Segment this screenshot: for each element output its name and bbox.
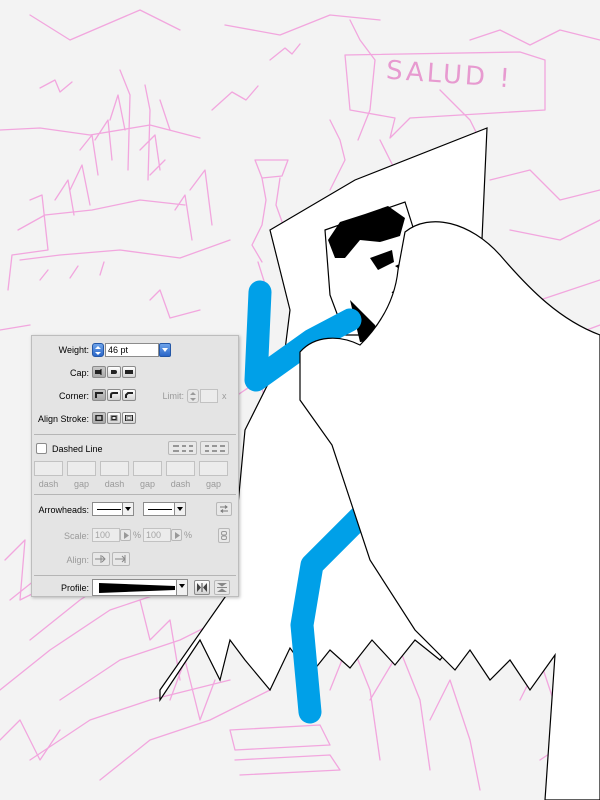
- arrow-tip-beyond-button[interactable]: [92, 552, 110, 566]
- miter-join-icon: [95, 392, 103, 398]
- align-dash-icon: [205, 445, 225, 452]
- align-inside-button[interactable]: [107, 412, 121, 424]
- weight-field[interactable]: 46 pt: [105, 343, 159, 357]
- arrow-align-end-icon: [115, 555, 126, 563]
- chevron-down-icon: [122, 503, 133, 515]
- dash-field-3[interactable]: [166, 461, 195, 476]
- flip-across-button[interactable]: [214, 580, 230, 595]
- align-label: Align:: [66, 555, 89, 565]
- start-arrowhead-select[interactable]: [92, 502, 134, 516]
- end-scale-unit: %: [184, 530, 193, 540]
- profile-select[interactable]: [92, 579, 188, 596]
- stroke-panel: Weight: 46 pt Cap: Corner: Limit: x Alig…: [31, 335, 239, 597]
- dash-field-2[interactable]: [100, 461, 129, 476]
- bevel-join-button[interactable]: [122, 389, 136, 401]
- start-scale-unit: %: [133, 530, 142, 540]
- round-join-button[interactable]: [107, 389, 121, 401]
- flip-along-button[interactable]: [194, 580, 210, 595]
- align-center-button[interactable]: [92, 412, 106, 424]
- arrow-align-beyond-icon: [95, 555, 106, 563]
- dashed-line-label: Dashed Line: [52, 444, 103, 454]
- separator: [34, 494, 236, 495]
- align-stroke-label: Align Stroke:: [37, 414, 89, 424]
- align-dash-button[interactable]: [200, 441, 229, 455]
- weight-stepper[interactable]: [92, 343, 104, 357]
- swap-arrowheads-button[interactable]: [216, 502, 232, 516]
- bevel-join-icon: [125, 392, 133, 398]
- align-outside-icon: [125, 415, 133, 421]
- dash-label-2: dash: [104, 479, 125, 489]
- cap-label: Cap:: [69, 368, 89, 378]
- dashed-line-checkbox[interactable]: [36, 443, 47, 454]
- start-scale-field[interactable]: 100: [92, 528, 120, 542]
- profile-label: Profile:: [60, 583, 89, 593]
- butt-cap-button[interactable]: [92, 366, 106, 378]
- gap-field-2[interactable]: [133, 461, 162, 476]
- limit-label: Limit:: [162, 391, 184, 401]
- preserve-dash-button[interactable]: [168, 441, 197, 455]
- weight-dropdown[interactable]: [159, 343, 171, 357]
- end-scale-field[interactable]: 100: [143, 528, 171, 542]
- projecting-cap-button[interactable]: [122, 366, 136, 378]
- dash-label-3: dash: [170, 479, 191, 489]
- corner-label: Corner:: [58, 391, 89, 401]
- corner-row: Corner: Limit: x: [32, 388, 238, 408]
- link-scale-button[interactable]: [218, 528, 230, 543]
- start-scale-dropdown[interactable]: [120, 529, 131, 541]
- flip-horizontal-icon: [197, 583, 207, 592]
- chevron-right-icon: [124, 532, 129, 539]
- arrow-tip-at-end-button[interactable]: [112, 552, 130, 566]
- chevron-down-icon: [174, 503, 185, 515]
- cap-row: Cap:: [32, 365, 238, 385]
- gap-label-3: gap: [205, 479, 222, 489]
- align-inside-icon: [110, 415, 118, 421]
- preserve-dash-icon: [173, 445, 193, 452]
- dash-label-1: dash: [38, 479, 59, 489]
- miter-join-button[interactable]: [92, 389, 106, 401]
- gap-label-2: gap: [139, 479, 156, 489]
- weight-row: Weight: 46 pt: [32, 342, 238, 362]
- swap-arrows-icon: [220, 505, 228, 513]
- separator: [34, 434, 236, 435]
- width-profile-icon: [99, 583, 175, 593]
- projecting-cap-icon: [125, 370, 133, 374]
- round-cap-icon: [111, 370, 117, 374]
- weight-label: Weight:: [58, 345, 89, 355]
- link-icon: [221, 531, 227, 540]
- scale-label: Scale:: [63, 531, 89, 541]
- limit-stepper[interactable]: [187, 389, 199, 403]
- butt-cap-icon: [95, 369, 102, 375]
- round-cap-button[interactable]: [107, 366, 121, 378]
- align-center-icon: [95, 415, 103, 421]
- gap-field-3[interactable]: [199, 461, 228, 476]
- end-scale-dropdown[interactable]: [171, 529, 182, 541]
- chevron-right-icon: [175, 532, 180, 539]
- align-outside-button[interactable]: [122, 412, 136, 424]
- align-stroke-row: Align Stroke:: [32, 411, 238, 431]
- gap-field-1[interactable]: [67, 461, 96, 476]
- chevron-down-icon: [176, 580, 187, 595]
- flip-vertical-icon: [217, 583, 227, 592]
- limit-field[interactable]: [200, 389, 218, 403]
- gap-label-1: gap: [73, 479, 90, 489]
- limit-multiplier: x: [222, 391, 227, 401]
- arrowheads-label: Arrowheads:: [38, 505, 89, 515]
- separator: [34, 575, 236, 576]
- round-join-icon: [110, 392, 118, 398]
- dash-field-1[interactable]: [34, 461, 63, 476]
- end-arrowhead-select[interactable]: [143, 502, 186, 516]
